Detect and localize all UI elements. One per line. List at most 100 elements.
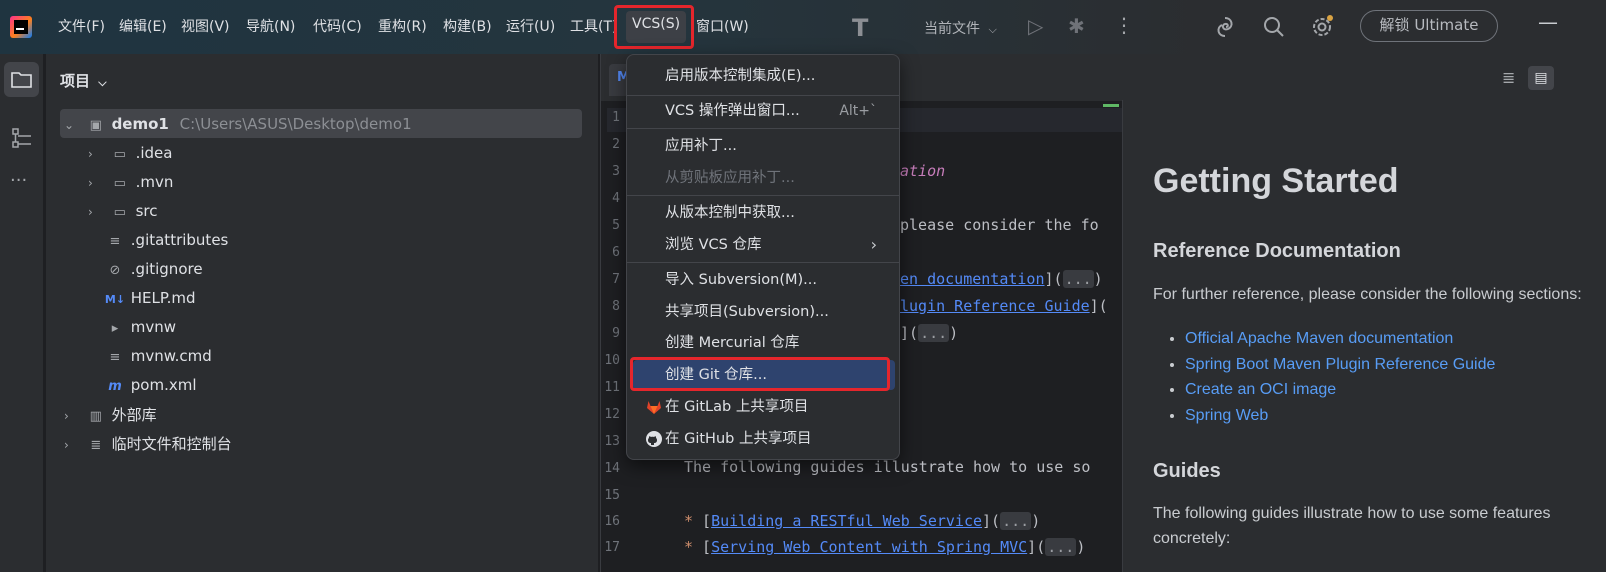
menu-enable-vcs-integration[interactable]: 启用版本控制集成(E)... (633, 61, 895, 91)
tree-label: 外部库 (111, 406, 157, 424)
ai-assistant-spiral-icon[interactable] (1212, 14, 1238, 40)
tree-row-pom-xml[interactable]: m pom.xml (104, 371, 197, 399)
tree-row-mvnw[interactable]: ▸ mvnw (104, 313, 176, 341)
intellij-logo-icon[interactable] (10, 16, 32, 38)
maven-file-icon: m (108, 379, 122, 394)
debug-bug-icon[interactable]: ✱ (1068, 14, 1085, 38)
code-fragment: en documentation](...) (900, 270, 1103, 288)
chevron-right-icon: › (870, 235, 877, 254)
tree-row-demo1[interactable]: ⌄ ▣ demo1 C:\Users\ASUS\Desktop\demo1 (64, 110, 412, 138)
menu-file[interactable]: 文件(F) (58, 16, 105, 38)
preview-link[interactable]: Official Apache Maven documentation (1185, 330, 1453, 347)
list-item: Spring Boot Maven Plugin Reference Guide (1185, 352, 1495, 378)
preview-subheading-guides: Guides (1153, 460, 1221, 482)
chevron-right-icon[interactable]: › (88, 198, 104, 226)
menu-window[interactable]: 窗口(W) (696, 16, 749, 38)
tree-label: pom.xml (130, 376, 197, 394)
hammer-t-icon[interactable]: T (852, 14, 868, 42)
markdown-file-icon: M↓ (104, 293, 126, 306)
text-file-icon: ≡ (109, 234, 121, 249)
preview-link[interactable]: Spring Web (1185, 407, 1268, 424)
tree-row-src[interactable]: › ▭ src (88, 197, 157, 225)
search-icon[interactable] (1262, 15, 1286, 39)
chevron-right-icon[interactable]: › (64, 431, 80, 459)
tree-label: .gitattributes (130, 231, 229, 249)
run-config-select[interactable]: 当前文件 ⌵ (924, 18, 997, 38)
markdown-preview: Getting Started Reference Documentation … (1122, 100, 1606, 572)
code-link: en documentation (900, 270, 1045, 288)
fold-placeholder[interactable]: ... (1062, 270, 1094, 288)
menu-browse-vcs-repo[interactable]: 浏览 VCS 仓库 › (633, 230, 895, 260)
menu-apply-patch-clipboard: 从剪贴板应用补丁... (633, 163, 895, 193)
menu-run[interactable]: 运行(U) (506, 16, 555, 38)
line-number: 8 (612, 299, 620, 314)
split-view-icon[interactable]: ▤ (1528, 66, 1554, 90)
menu-apply-patch[interactable]: 应用补丁... (633, 131, 895, 161)
tree-label: .gitignore (130, 260, 203, 278)
menu-get-from-vcs[interactable]: 从版本控制中获取... (633, 198, 895, 228)
chevron-down-icon[interactable]: ⌄ (64, 111, 80, 139)
menu-share-github[interactable]: 在 GitHub 上共享项目 (633, 424, 895, 454)
menu-import-subversion[interactable]: 导入 Subversion(M)... (633, 265, 895, 295)
tree-row-mvn[interactable]: › ▭ .mvn (88, 168, 173, 196)
run-icon[interactable]: ▷ (1028, 14, 1043, 38)
tree-row-gitignore[interactable]: ⊘ .gitignore (104, 255, 203, 283)
chevron-right-icon[interactable]: › (64, 402, 80, 430)
menu-refactor[interactable]: 重构(R) (378, 16, 427, 38)
tree-label: mvnw.cmd (130, 347, 212, 365)
menu-share-subversion[interactable]: 共享项目(Subversion)... (633, 297, 895, 327)
menu-code[interactable]: 代码(C) (313, 16, 362, 38)
menu-view[interactable]: 视图(V) (181, 16, 230, 38)
scratches-icon: ≣ (90, 438, 102, 453)
preview-link[interactable]: Spring Boot Maven Plugin Reference Guide (1185, 356, 1495, 373)
tree-row-help-md[interactable]: M↓ HELP.md (104, 284, 196, 312)
chevron-down-icon: ⌵ (98, 76, 107, 89)
tree-label: HELP.md (130, 289, 196, 307)
preview-link-list: Official Apache Maven documentation Spri… (1167, 326, 1495, 428)
menu-item-label: 应用补丁... (665, 138, 737, 154)
line-number: 2 (612, 137, 620, 152)
preview-paragraph: concretely: (1153, 530, 1231, 547)
tree-row-mvnw-cmd[interactable]: ≡ mvnw.cmd (104, 342, 212, 370)
library-icon: ▥ (89, 409, 102, 424)
menu-create-mercurial-repo[interactable]: 创建 Mercurial 仓库 (633, 328, 895, 358)
more-vertical-icon[interactable]: ⋮ (1114, 13, 1134, 37)
unlock-ultimate-button[interactable]: 解锁 Ultimate (1360, 10, 1498, 42)
project-panel: 项目 ⌵ ⌄ ▣ demo1 C:\Users\ASUS\Desktop\dem… (46, 54, 598, 572)
fold-placeholder[interactable]: ... (1045, 538, 1077, 556)
menu-separator (627, 128, 899, 129)
preview-paragraph: For further reference, please consider t… (1153, 286, 1582, 303)
menu-edit[interactable]: 编辑(E) (119, 16, 167, 38)
module-folder-icon: ▣ (89, 118, 102, 133)
fold-placeholder[interactable]: ... (918, 324, 950, 342)
minimize-icon[interactable]: — (1538, 10, 1558, 34)
tree-label: 临时文件和控制台 (111, 435, 232, 453)
line-number: 14 (604, 461, 620, 476)
more-tools-icon[interactable]: ··· (10, 170, 27, 191)
menu-navigate[interactable]: 导航(N) (246, 16, 295, 38)
project-panel-title[interactable]: 项目 ⌵ (60, 70, 107, 91)
chevron-right-icon[interactable]: › (88, 140, 104, 168)
menu-share-gitlab[interactable]: 在 GitLab 上共享项目 (633, 392, 895, 422)
line-number: 1 (612, 110, 620, 125)
chevron-right-icon[interactable]: › (88, 169, 104, 197)
settings-gear-icon[interactable] (1309, 14, 1335, 40)
project-tool-button[interactable] (4, 62, 39, 97)
structure-icon[interactable] (10, 126, 34, 150)
tree-row-idea[interactable]: › ▭ .idea (88, 139, 172, 167)
preview-link[interactable]: Create an OCI image (1185, 381, 1336, 398)
gitlab-fox-icon (647, 401, 661, 414)
menu-build[interactable]: 构建(B) (443, 16, 492, 38)
tree-row-external-libraries[interactable]: › ▥ 外部库 (64, 401, 157, 429)
menu-item-label: 在 GitHub 上共享项目 (665, 431, 812, 447)
code-line-14: The following guides illustrate how to u… (684, 458, 1091, 476)
menu-vcs-operations-popup[interactable]: VCS 操作弹出窗口... Alt+` (633, 96, 895, 126)
line-number: 10 (604, 353, 620, 368)
preview-paragraph: The following guides illustrate how to u… (1153, 505, 1551, 522)
fold-placeholder[interactable]: ... (1000, 512, 1032, 530)
menu-tools[interactable]: 工具(T) (570, 16, 614, 38)
tree-row-gitattributes[interactable]: ≡ .gitattributes (104, 226, 229, 254)
tree-row-scratches[interactable]: › ≣ 临时文件和控制台 (64, 430, 232, 458)
editor-only-icon[interactable]: ≣ (1502, 68, 1515, 87)
code-fragment: ](...) (900, 324, 959, 342)
